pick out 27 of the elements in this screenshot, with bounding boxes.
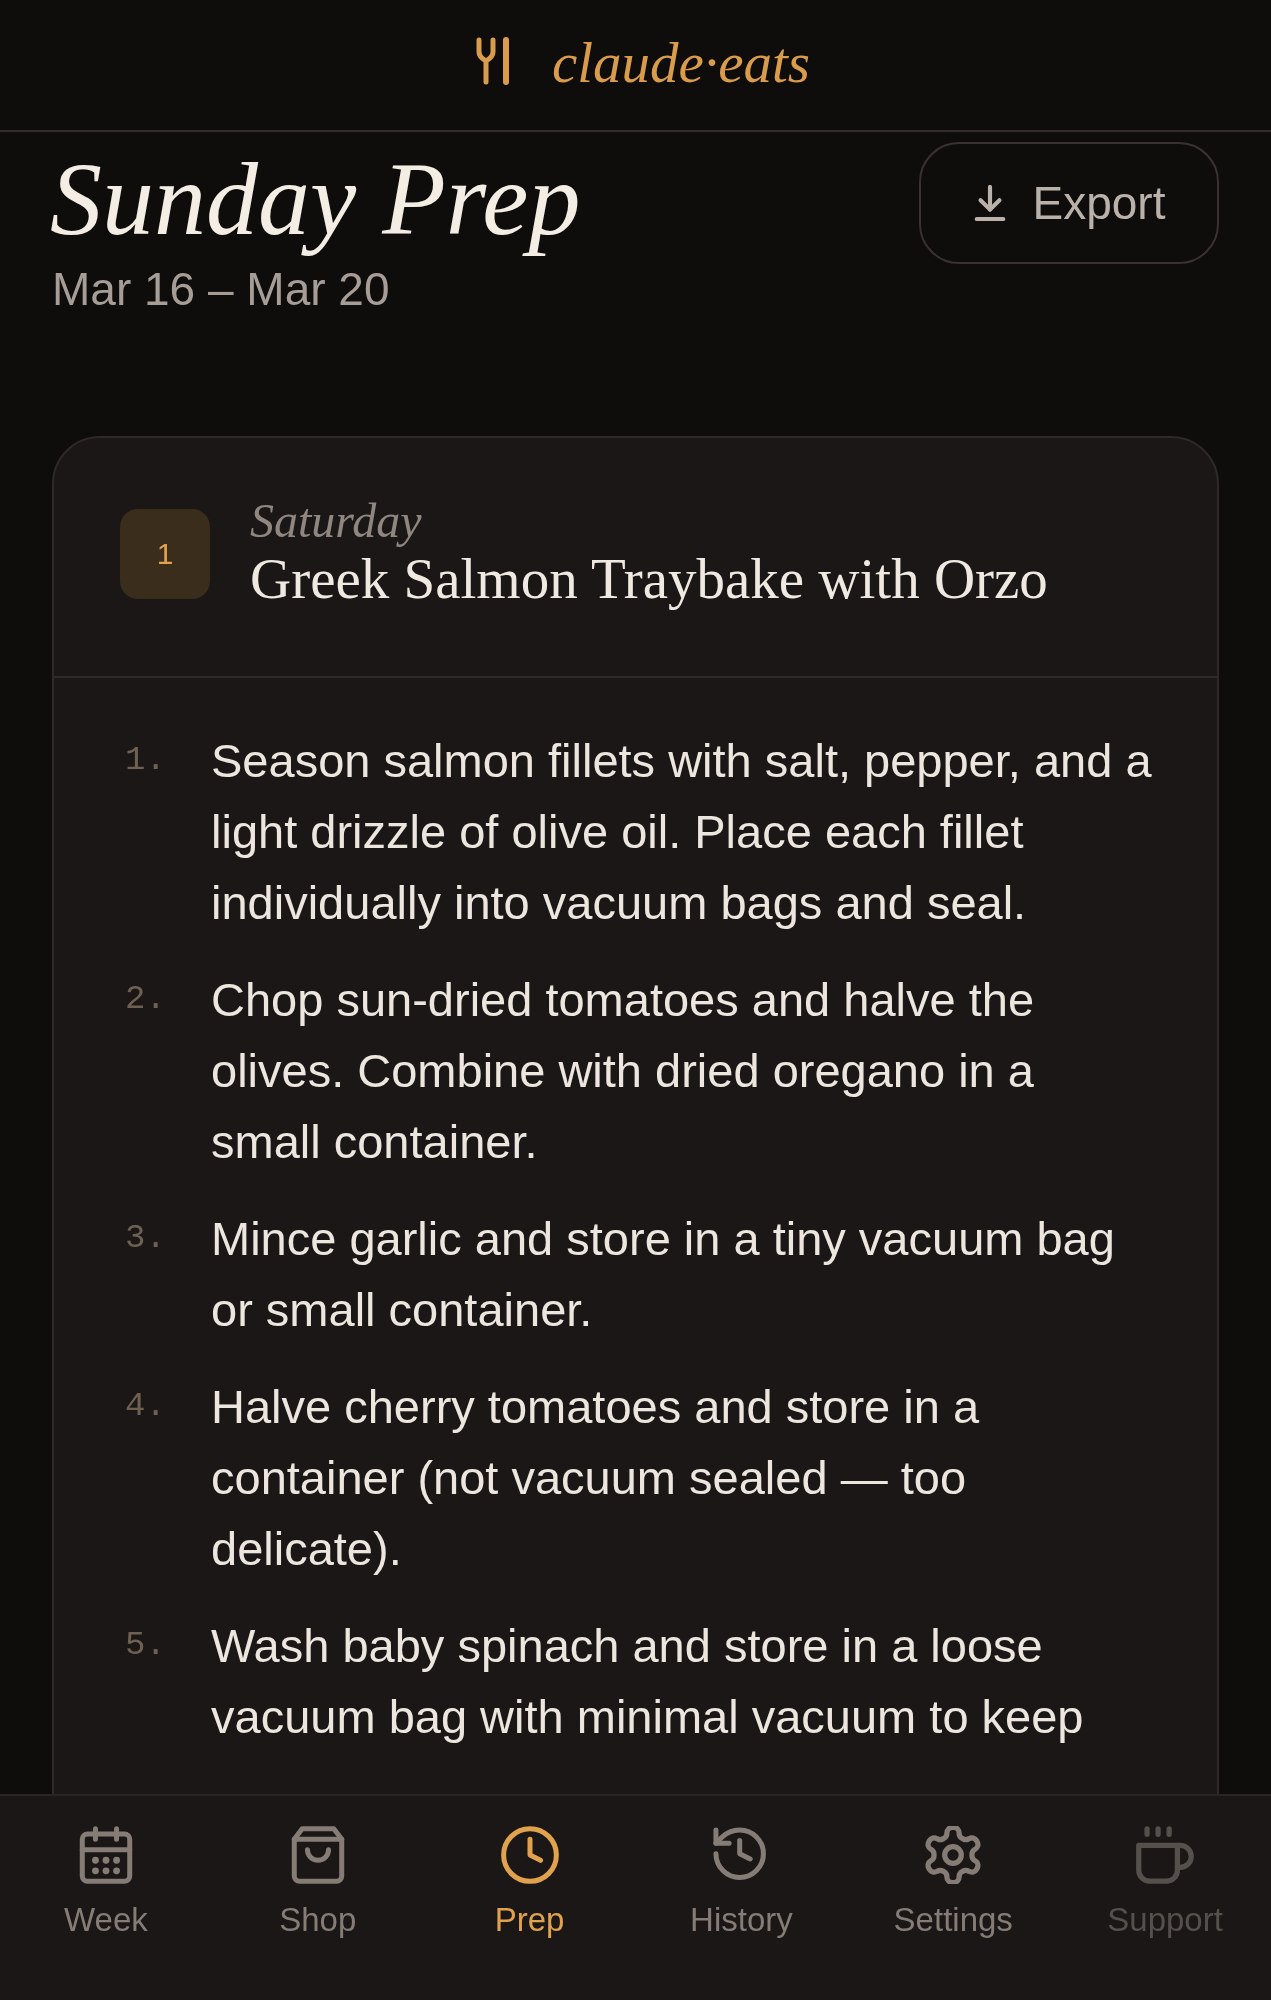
step-text: Mince garlic and store in a tiny vacuum bag or small container. [211, 1210, 1116, 1338]
step-number: 2. [125, 978, 167, 1020]
settings-icon [924, 1826, 983, 1884]
step-text: Wash baby spinach and store in a loose vacuum bag with minimal vacuum to keep [211, 1617, 1085, 1745]
nav-tab[interactable]: History [690, 1826, 793, 1940]
nav-tab[interactable]: Settings [893, 1826, 1013, 1940]
date-range: Mar 16 – Mar 20 [52, 262, 391, 318]
nav-tab[interactable]: Prep [494, 1826, 565, 1940]
step-text: Halve cherry tomatoes and store in a container (not vacuum sealed — too delicate). [211, 1378, 981, 1577]
step-number: 4. [125, 1385, 167, 1427]
download-icon [972, 185, 1007, 221]
step-text: Chop sun-dried tomatoes and halve the olives. Combine with dried oregano in a small container. [211, 971, 1036, 1170]
nav-tab[interactable]: Shop [279, 1826, 357, 1940]
page-title: Sunday Prep [50, 142, 581, 257]
day-label: Saturday [250, 495, 423, 546]
step-number: 3. [125, 1217, 167, 1259]
step-text: Season salmon fillets with salt, pepper, and a light drizzle of olive oil. Place each fillet individually into vacuum bags and seal. [211, 732, 1153, 931]
number-badge: 1 [120, 508, 210, 599]
step-number: 1. [125, 739, 167, 781]
step-number: 5. [125, 1624, 167, 1666]
logo-text: claude·eats [552, 33, 810, 91]
recipe-title: Greek Salmon Traybake with Orzo [250, 546, 1048, 612]
nav-tab[interactable]: Week [64, 1826, 148, 1940]
clock-icon [500, 1826, 559, 1884]
export-button[interactable]: Export [919, 142, 1219, 264]
coffee-cup-icon [1136, 1826, 1195, 1884]
fork-knife-icon [476, 37, 512, 85]
